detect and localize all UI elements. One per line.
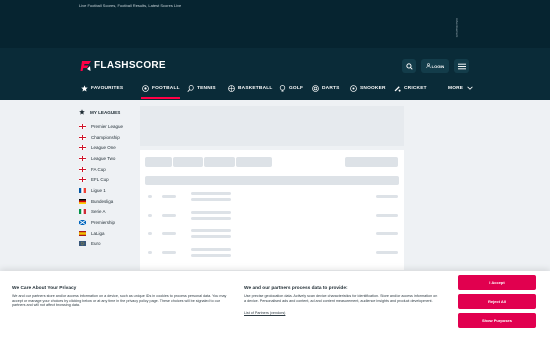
site-tagline: Live Football Scores, Football Results, … <box>79 3 182 8</box>
cookie-consent-banner: We Care About Your Privacy We and our pa… <box>0 271 550 344</box>
skeleton-tab <box>145 157 172 167</box>
my-leagues-sidebar: MY LEAGUES Premier League Championship L… <box>79 106 135 249</box>
england-flag-icon <box>79 177 86 183</box>
nav-label: DARTS <box>322 85 340 91</box>
privacy-text: We and our partners store and/or access … <box>12 294 227 308</box>
menu-button[interactable] <box>454 59 469 73</box>
league-championship[interactable]: Championship <box>79 132 135 143</box>
reject-all-button[interactable]: Reject All <box>458 294 536 309</box>
europe-flag-icon <box>79 241 86 247</box>
nav-cricket[interactable]: CRICKET <box>393 78 427 98</box>
partners-title: We and our partners process data to prov… <box>244 286 348 291</box>
top-banner: Live Football Scores, Football Results, … <box>0 0 550 48</box>
england-flag-icon <box>79 134 86 140</box>
basketball-icon <box>227 84 235 92</box>
league-label: Euro <box>91 241 101 247</box>
football-icon <box>141 84 149 92</box>
sports-nav: FAVOURITES FOOTBALL TENNIS BASKETBALL GO… <box>0 78 550 99</box>
login-label: LOGIN <box>431 63 445 69</box>
flashscore-logo[interactable]: FLASHSCORE <box>80 59 166 71</box>
nav-darts[interactable]: DARTS <box>311 78 340 98</box>
league-premiership[interactable]: Premiership <box>79 217 135 228</box>
search-icon <box>405 57 413 75</box>
my-leagues-title: MY LEAGUES <box>90 109 121 115</box>
england-flag-icon <box>79 123 86 129</box>
search-button[interactable] <box>402 59 416 73</box>
star-icon <box>79 108 85 116</box>
nav-label: SNOOKER <box>360 85 386 91</box>
england-flag-icon <box>79 166 86 172</box>
partners-text: Use precise geolocation data. Actively s… <box>244 294 438 303</box>
league-league-two[interactable]: League Two <box>79 153 135 164</box>
league-label: League One <box>91 145 116 151</box>
germany-flag-icon <box>79 198 86 204</box>
nav-label: TENNIS <box>197 85 216 91</box>
league-league-one[interactable]: League One <box>79 142 135 153</box>
nav-label: FAVOURITES <box>91 85 124 91</box>
skeleton-tab <box>204 157 235 167</box>
nav-label: FOOTBALL <box>152 85 180 91</box>
nav-favourites[interactable]: FAVOURITES <box>80 78 123 98</box>
user-icon <box>425 63 431 69</box>
flashscore-logo-icon <box>80 59 92 71</box>
logo-text: FLASHSCORE <box>94 59 166 71</box>
league-label: Bundesliga <box>91 198 114 204</box>
skeleton-league-header <box>145 176 399 185</box>
scotland-flag-icon <box>79 220 86 226</box>
league-label: Premiership <box>91 220 116 226</box>
league-label: FA Cup <box>91 166 106 172</box>
nav-more[interactable]: MORE <box>448 78 474 98</box>
league-label: Championship <box>91 134 120 140</box>
league-efl-cup[interactable]: EFL Cup <box>79 174 135 185</box>
skeleton-tab <box>345 157 398 167</box>
banner-placeholder <box>140 106 404 146</box>
skeleton-tab <box>173 157 203 167</box>
nav-label: GOLF <box>289 85 304 91</box>
accept-button[interactable]: I Accept <box>458 275 536 290</box>
nav-football[interactable]: FOOTBALL <box>141 78 180 99</box>
league-ligue-1[interactable]: Ligue 1 <box>79 185 135 196</box>
my-leagues-heading: MY LEAGUES <box>79 106 135 118</box>
france-flag-icon <box>79 187 86 193</box>
login-button[interactable]: LOGIN <box>421 59 449 73</box>
star-icon <box>80 84 88 92</box>
nav-label: MORE <box>448 85 464 91</box>
league-label: Serie A <box>91 209 106 215</box>
golf-icon <box>278 84 286 92</box>
nav-basketball[interactable]: BASKETBALL <box>227 78 273 98</box>
league-laliga[interactable]: LaLiga <box>79 228 135 239</box>
darts-icon <box>311 84 319 92</box>
nav-golf[interactable]: GOLF <box>278 78 303 98</box>
league-euro[interactable]: Euro <box>79 239 135 250</box>
league-serie-a[interactable]: Serie A <box>79 207 135 218</box>
league-premier-league[interactable]: Premier League <box>79 121 135 132</box>
league-label: LaLiga <box>91 230 105 236</box>
league-label: Premier League <box>91 123 124 129</box>
nav-tennis[interactable]: TENNIS <box>186 78 216 98</box>
skeleton-tab <box>236 157 272 167</box>
hamburger-icon <box>457 57 466 75</box>
nav-label: BASKETBALL <box>238 85 273 91</box>
matches-card-loading <box>140 150 404 270</box>
league-label: Ligue 1 <box>91 187 106 193</box>
nav-snooker[interactable]: SNOOKER <box>349 78 386 98</box>
chevron-down-icon <box>466 84 474 92</box>
league-label: EFL Cup <box>91 177 109 183</box>
league-bundesliga[interactable]: Bundesliga <box>79 196 135 207</box>
advertisement-label: Advertisement <box>455 18 459 38</box>
england-flag-icon <box>79 145 86 151</box>
cricket-icon <box>393 84 401 92</box>
league-label: League Two <box>91 155 116 161</box>
italy-flag-icon <box>79 209 86 215</box>
spain-flag-icon <box>79 230 86 236</box>
privacy-title: We Care About Your Privacy <box>12 286 77 291</box>
partners-list-link[interactable]: List of Partners (vendors) <box>244 311 285 315</box>
england-flag-icon <box>79 155 86 161</box>
tennis-icon <box>186 84 194 92</box>
nav-label: CRICKET <box>404 85 427 91</box>
show-purposes-button[interactable]: Show Purposes <box>458 313 536 328</box>
league-fa-cup[interactable]: FA Cup <box>79 164 135 175</box>
snooker-icon <box>349 84 357 92</box>
